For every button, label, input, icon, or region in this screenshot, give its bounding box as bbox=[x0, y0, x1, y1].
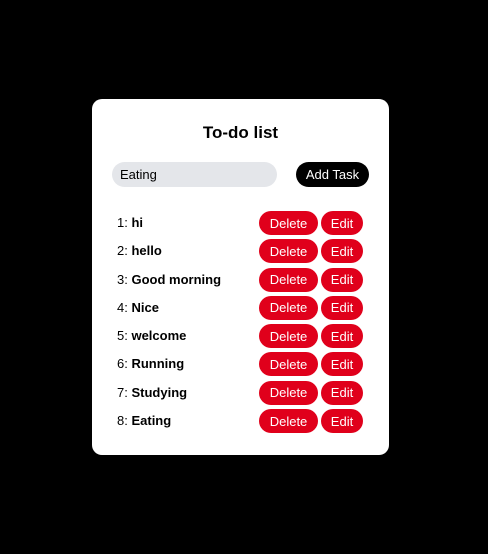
task-text: 2: hello bbox=[117, 243, 162, 258]
task-name: Eating bbox=[131, 413, 172, 429]
task-item: 7: Studying Delete Edit bbox=[117, 380, 367, 409]
task-name: Nice bbox=[131, 299, 159, 315]
delete-button[interactable]: Delete bbox=[259, 409, 318, 434]
task-text: 5: welcome bbox=[117, 328, 186, 343]
delete-button[interactable]: Delete bbox=[259, 239, 318, 264]
delete-button[interactable]: Delete bbox=[259, 324, 318, 349]
task-name: hello bbox=[131, 243, 162, 259]
task-text: 6: Running bbox=[117, 356, 184, 371]
task-item: 3: Good morning Delete Edit bbox=[117, 267, 367, 296]
task-number: 5: bbox=[117, 328, 128, 344]
edit-button[interactable]: Edit bbox=[321, 352, 363, 377]
delete-button[interactable]: Delete bbox=[259, 380, 318, 405]
task-name: Good morning bbox=[131, 271, 222, 287]
task-text: 3: Good morning bbox=[117, 272, 221, 287]
task-item: 6: Running Delete Edit bbox=[117, 352, 367, 380]
task-name: welcome bbox=[131, 328, 187, 344]
task-text: 4: Nice bbox=[117, 300, 159, 315]
edit-button[interactable]: Edit bbox=[321, 267, 363, 292]
edit-button[interactable]: Edit bbox=[321, 295, 363, 320]
task-number: 7: bbox=[117, 384, 128, 400]
task-list: 1: hi Delete Edit 2: hello Delete Edit 3: Good… bbox=[117, 211, 367, 437]
edit-button[interactable]: Edit bbox=[321, 211, 363, 235]
task-item: 8: Eating Delete Edit bbox=[117, 409, 367, 437]
task-item: 5: welcome Delete Edit bbox=[117, 324, 367, 352]
delete-button[interactable]: Delete bbox=[259, 295, 318, 320]
edit-button[interactable]: Edit bbox=[321, 239, 363, 264]
delete-button[interactable]: Delete bbox=[259, 211, 318, 235]
task-number: 2: bbox=[117, 243, 128, 259]
edit-button[interactable]: Edit bbox=[321, 324, 363, 349]
task-number: 4: bbox=[117, 299, 128, 315]
task-text: 8: Eating bbox=[117, 413, 171, 428]
task-name: Studying bbox=[131, 384, 188, 400]
edit-button[interactable]: Edit bbox=[321, 380, 363, 405]
add-task-button[interactable]: Add Task bbox=[296, 162, 369, 187]
task-number: 1: bbox=[117, 215, 128, 230]
task-item: 1: hi Delete Edit bbox=[117, 211, 367, 239]
task-input[interactable] bbox=[112, 162, 277, 187]
task-text: 7: Studying bbox=[117, 385, 187, 400]
todo-card: To-do list Add Task 1: hiDeleteEdit2: he… bbox=[92, 99, 389, 455]
task-name: Running bbox=[131, 356, 185, 372]
edit-button[interactable]: Edit bbox=[321, 409, 363, 434]
task-number: 3: bbox=[117, 271, 128, 287]
task-number: 6: bbox=[117, 356, 128, 372]
task-name: hi bbox=[131, 215, 144, 230]
page-title: To-do list bbox=[202, 123, 279, 142]
task-text: 1: hi bbox=[117, 215, 143, 230]
delete-button[interactable]: Delete bbox=[259, 352, 318, 377]
task-item: 2: hello Delete Edit bbox=[117, 239, 367, 267]
task-number: 8: bbox=[117, 413, 128, 429]
delete-button[interactable]: Delete bbox=[259, 267, 318, 292]
task-item: 4: Nice Delete Edit bbox=[117, 295, 367, 324]
